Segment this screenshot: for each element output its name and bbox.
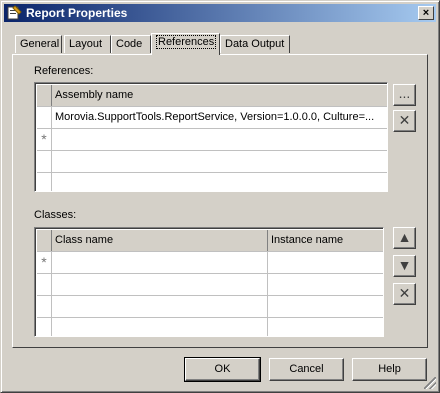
classes-label: Classes: xyxy=(34,209,77,221)
new-row[interactable]: * xyxy=(37,252,383,274)
new-row-marker: * xyxy=(37,129,52,150)
new-row-marker: * xyxy=(37,252,52,273)
move-down-button[interactable]: ▼ xyxy=(393,255,416,277)
browse-button[interactable]: ... xyxy=(393,84,416,106)
tab-layout[interactable]: Layout xyxy=(64,35,111,53)
references-tab-panel: References: Assembly name Morovia.Suppor… xyxy=(12,54,428,348)
resize-grip[interactable] xyxy=(424,377,436,389)
move-up-button[interactable]: ▲ xyxy=(393,227,416,249)
table-row xyxy=(37,296,383,318)
tab-code[interactable]: Code xyxy=(111,35,151,53)
table-row[interactable]: Morovia.SupportTools.ReportService, Vers… xyxy=(37,107,387,129)
delete-reference-button[interactable]: ✕ xyxy=(393,110,416,132)
delete-class-button[interactable]: ✕ xyxy=(393,283,416,305)
table-row xyxy=(37,318,383,336)
help-button[interactable]: Help xyxy=(352,358,427,381)
references-label: References: xyxy=(34,65,94,77)
column-header-instance-name[interactable]: Instance name xyxy=(268,230,383,251)
cancel-button[interactable]: Cancel xyxy=(269,358,344,381)
column-header-class-name[interactable]: Class name xyxy=(52,230,268,251)
tab-general[interactable]: General xyxy=(15,35,62,53)
report-properties-dialog: Report Properties × General Layout Code … xyxy=(0,0,440,393)
references-grid[interactable]: Assembly name Morovia.SupportTools.Repor… xyxy=(34,82,388,192)
classes-grid[interactable]: Class name Instance name * xyxy=(34,227,384,337)
classes-grid-header: Class name Instance name xyxy=(37,230,383,252)
ok-button[interactable]: OK xyxy=(184,357,261,382)
column-header-assembly-name[interactable]: Assembly name xyxy=(52,85,387,106)
close-button[interactable]: × xyxy=(418,6,434,20)
new-row[interactable]: * xyxy=(37,129,387,151)
tab-data-output[interactable]: Data Output xyxy=(220,35,290,53)
report-icon xyxy=(7,5,22,20)
table-row xyxy=(37,173,387,191)
window-title: Report Properties xyxy=(26,6,128,20)
title-bar[interactable]: Report Properties × xyxy=(4,4,436,22)
assembly-name-cell[interactable]: Morovia.SupportTools.ReportService, Vers… xyxy=(52,107,387,128)
references-grid-header: Assembly name xyxy=(37,85,387,107)
tab-references[interactable]: References xyxy=(151,33,220,55)
table-row xyxy=(37,274,383,296)
table-row xyxy=(37,151,387,173)
